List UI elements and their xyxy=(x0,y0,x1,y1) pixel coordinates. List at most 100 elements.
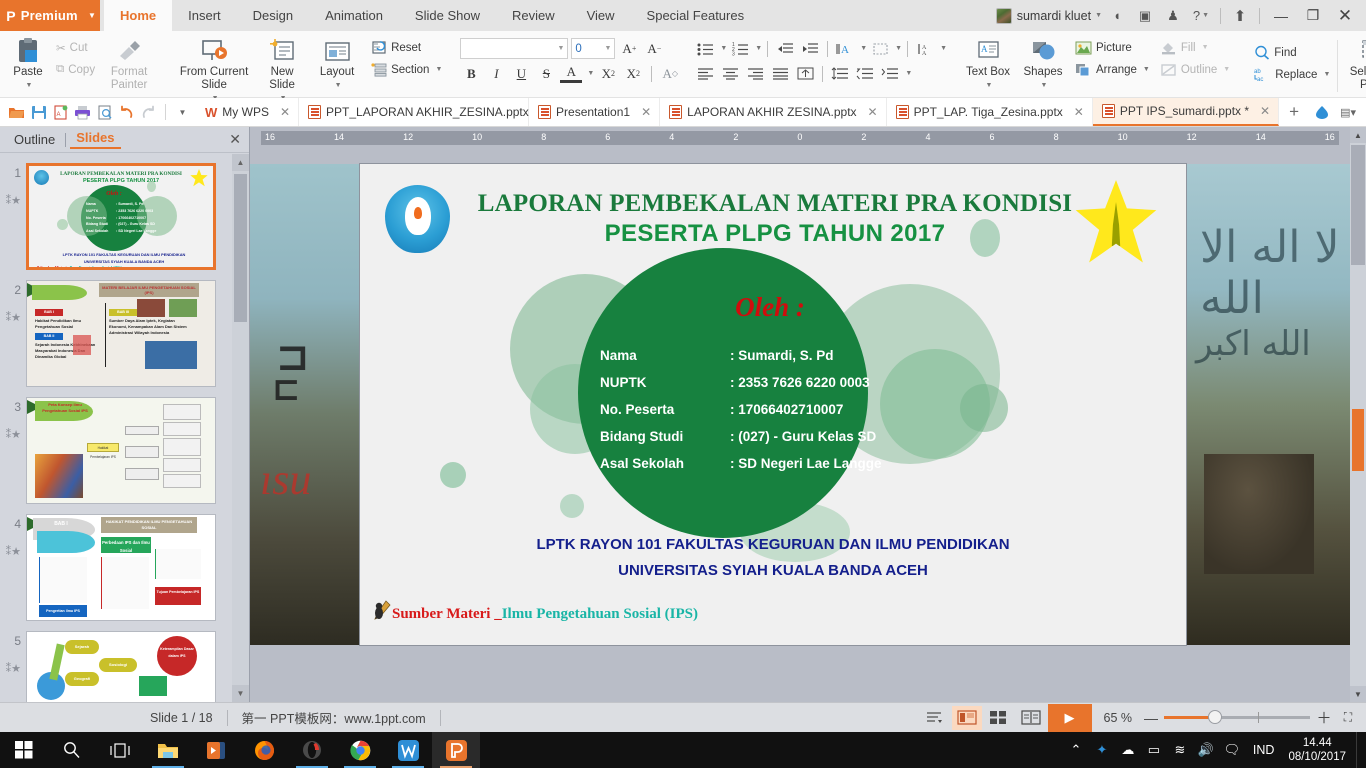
thumbnail-item-4[interactable]: 4 ⁑★ BAB I HAKIKAT PENDIDIKAN ILMU PENGE… xyxy=(0,510,232,627)
font-color-button[interactable]: A xyxy=(560,64,583,83)
close-button[interactable]: ✕ xyxy=(1330,1,1360,31)
font-name-input[interactable]: ▼ xyxy=(460,38,569,59)
close-panel-icon[interactable]: ✕ xyxy=(229,131,241,148)
premium-button[interactable]: P Premium xyxy=(0,0,84,31)
slide-thumbnail[interactable]: LAPORAN PEMBEKALAN MATERI PRA KONDISI PE… xyxy=(26,163,216,270)
italic-button[interactable]: I xyxy=(485,63,507,84)
thumbnail-scrollbar[interactable]: ▲ ▼ xyxy=(232,154,249,702)
outline-button[interactable]: Outline ▼ xyxy=(1155,59,1235,80)
close-icon[interactable]: ✕ xyxy=(868,105,878,119)
numbering-button[interactable]: 123 xyxy=(728,38,752,59)
slide-counter[interactable]: Slide 1 / 18 xyxy=(0,711,227,725)
thumbnail-item-5[interactable]: 5 ⁑★ Sejarah Sosiologi Geografi Keteramp… xyxy=(0,627,232,702)
new-slide-button[interactable]: New Slide▼ xyxy=(256,34,308,107)
increase-indent-button[interactable] xyxy=(798,38,822,59)
increase-paragraph-spacing-button[interactable] xyxy=(853,63,877,84)
close-icon[interactable]: ✕ xyxy=(1260,104,1270,118)
selection-pane-button[interactable]: Selection Pane xyxy=(1340,34,1366,94)
save-icon[interactable] xyxy=(28,101,49,123)
zoom-slider-handle[interactable] xyxy=(1208,710,1222,724)
chevron-down-icon[interactable]: ▼ xyxy=(604,45,611,52)
language-indicator[interactable]: IND xyxy=(1245,743,1287,757)
bullets-button[interactable] xyxy=(693,38,717,59)
tab-animation[interactable]: Animation xyxy=(309,0,399,31)
media-player-icon[interactable] xyxy=(192,732,240,768)
normal-view-button[interactable] xyxy=(951,705,982,730)
arrange-button[interactable]: Arrange ▼ xyxy=(1070,59,1155,80)
wps-presentation-icon[interactable] xyxy=(432,732,480,768)
document-icon[interactable]: ▣ xyxy=(1132,4,1158,28)
start-button[interactable] xyxy=(0,732,48,768)
fill-button[interactable]: Fill ▼ xyxy=(1155,37,1235,58)
thumbnail-item-1[interactable]: 1 ⁑★ LAPORAN PEMBEKALAN MATERI PRA KONDI… xyxy=(0,159,232,276)
tab-home[interactable]: Home xyxy=(104,0,173,31)
zoom-level-label[interactable]: 65 % xyxy=(1094,711,1141,725)
dark-mode-icon[interactable]: ◖ xyxy=(1104,4,1130,28)
outline-view-button[interactable] xyxy=(920,706,950,730)
superscript-button[interactable]: X2 xyxy=(597,63,619,84)
premium-dropdown-icon[interactable]: ▼ xyxy=(84,0,100,31)
avatar[interactable] xyxy=(995,7,1012,24)
wifi-icon[interactable]: ≋ xyxy=(1167,742,1193,758)
file-explorer-icon[interactable] xyxy=(144,732,192,768)
slide-thumbnail[interactable]: MATERI BELAJAR ILMU PENGETAHUAN SOSIAL (… xyxy=(26,280,216,387)
tab-view[interactable]: View xyxy=(571,0,631,31)
justify-button[interactable] xyxy=(768,63,792,84)
cloud-sync-icon[interactable] xyxy=(1309,98,1335,126)
align-right-button[interactable] xyxy=(743,63,767,84)
vscroll-thumb[interactable] xyxy=(1351,145,1365,265)
font-color-dropdown-icon[interactable]: ▼ xyxy=(587,70,594,77)
slide-editor-canvas[interactable]: LAPORAN PEMBEKALAN MATERI PRA KONDISI PE… xyxy=(360,164,1186,645)
paste-button[interactable]: Paste ▼ xyxy=(5,34,51,94)
shrink-font-button[interactable]: A − xyxy=(643,38,665,59)
tab-review[interactable]: Review xyxy=(496,0,571,31)
export-pdf-icon[interactable]: A xyxy=(50,101,71,123)
picture-button[interactable]: Picture xyxy=(1070,37,1155,58)
spacing-dropdown-icon[interactable]: ▼ xyxy=(905,70,912,77)
scroll-down-icon[interactable]: ▼ xyxy=(1350,686,1366,702)
copy-button[interactable]: ⧉ Copy xyxy=(51,59,100,80)
tab-slides[interactable]: Slides xyxy=(70,130,121,149)
close-icon[interactable]: ✕ xyxy=(280,105,290,119)
text-direction-button[interactable]: A xyxy=(833,38,857,59)
minimize-button[interactable]: — xyxy=(1266,1,1296,31)
numbering-dropdown-icon[interactable]: ▼ xyxy=(755,45,762,52)
find-button[interactable]: Find xyxy=(1249,42,1335,63)
volume-icon[interactable]: 🔊 xyxy=(1193,742,1219,758)
decrease-indent-button[interactable] xyxy=(773,38,797,59)
vscroll-highlight[interactable] xyxy=(1352,409,1364,471)
close-icon[interactable]: ✕ xyxy=(641,105,651,119)
text-orientation-button[interactable]: AA xyxy=(913,38,937,59)
search-icon[interactable] xyxy=(48,732,96,768)
tab-slide-show[interactable]: Slide Show xyxy=(399,0,496,31)
distribute-button[interactable] xyxy=(793,63,817,84)
redo-icon[interactable] xyxy=(138,101,159,123)
shapes-button[interactable]: Shapes ▼ xyxy=(1016,34,1070,94)
customize-quick-access-icon[interactable]: ▼ xyxy=(172,101,193,123)
from-current-slide-button[interactable]: From Current Slide▼ xyxy=(172,34,256,107)
skin-shirt-icon[interactable]: ♟ xyxy=(1160,4,1186,28)
zoom-out-button[interactable]: — xyxy=(1142,710,1160,726)
font-size-input[interactable]: 0 ▼ xyxy=(571,38,616,59)
section-button[interactable]: Section ▼ xyxy=(366,59,447,80)
print-icon[interactable] xyxy=(72,101,93,123)
chrome-icon[interactable] xyxy=(336,732,384,768)
user-dropdown-icon[interactable]: ▼ xyxy=(1095,12,1102,19)
align-text-button[interactable] xyxy=(868,38,892,59)
thumbnail-item-3[interactable]: 3 ⁑★ Peta Konsep Ilmu Pengetahuan Sosial… xyxy=(0,393,232,510)
tab-laporan-akhir-zesina[interactable]: LAPORAN AKHIR ZESINA.pptx ✕ xyxy=(660,98,887,126)
replace-button[interactable]: ab ac Replace ▼ xyxy=(1249,64,1335,85)
grow-font-button[interactable]: A + xyxy=(618,38,640,59)
tab-outline[interactable]: Outline xyxy=(8,132,61,147)
text-direction-dropdown-icon[interactable]: ▼ xyxy=(860,45,867,52)
opera-icon[interactable] xyxy=(288,732,336,768)
text-orientation-dropdown-icon[interactable]: ▼ xyxy=(940,45,947,52)
share-upload-icon[interactable]: ⬆ xyxy=(1227,4,1253,28)
bluetooth-icon[interactable]: ✦ xyxy=(1089,742,1115,758)
bullets-dropdown-icon[interactable]: ▼ xyxy=(720,45,727,52)
battery-icon[interactable]: ▭ xyxy=(1141,742,1167,758)
help-icon[interactable]: ? ▼ xyxy=(1188,4,1214,28)
more-options-icon[interactable]: ▤▾ xyxy=(1335,98,1361,126)
onedrive-sync-icon[interactable]: ☁ xyxy=(1115,742,1141,758)
scroll-down-icon[interactable]: ▼ xyxy=(232,685,249,702)
